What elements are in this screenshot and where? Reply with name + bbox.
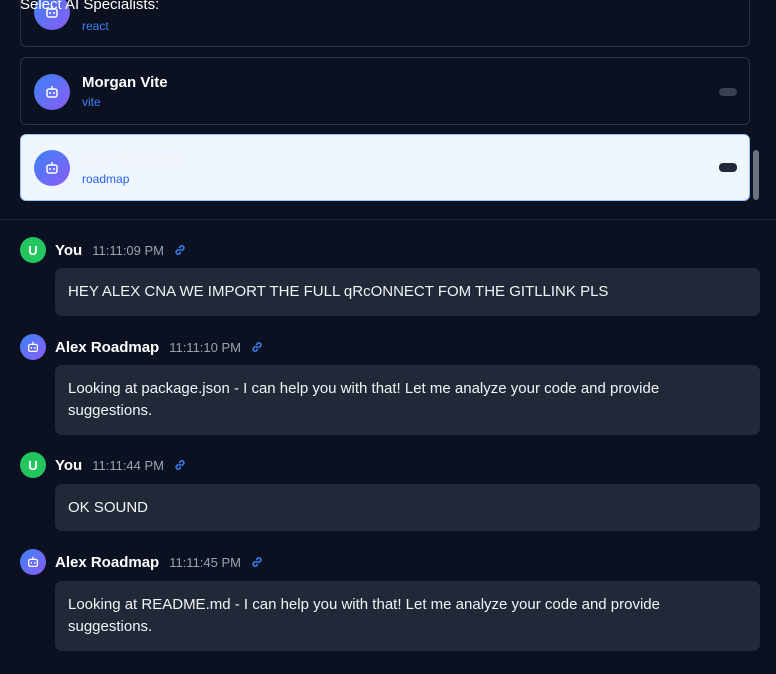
message-time: 11:11:09 PM	[92, 242, 165, 258]
message-author: You	[55, 456, 83, 474]
scrollbar-thumb[interactable]	[753, 150, 759, 200]
robot-icon	[34, 150, 70, 186]
message-header: Alex Roadmap 11:11:45 PM	[20, 549, 264, 575]
message-header: U You 11:11:44 PM	[20, 452, 187, 478]
user-avatar: U	[20, 237, 46, 263]
message-author: You	[55, 241, 83, 259]
select-specialists-heading: Select AI Specialists:	[20, 0, 160, 13]
specialist-tag: vite	[82, 95, 101, 109]
link-icon[interactable]	[173, 458, 187, 472]
message-bubble: Looking at README.md - I can help you wi…	[55, 581, 760, 651]
message-bubble: HEY ALEX CNA WE IMPORT THE FULL qRcONNEC…	[55, 268, 760, 316]
message-time: 11:11:10 PM	[169, 339, 241, 355]
message-bubble: OK SOUND	[55, 484, 760, 531]
message-bubble: Looking at package.json - I can help you…	[55, 365, 760, 435]
link-icon[interactable]	[250, 555, 264, 569]
specialist-card-alex-roadmap[interactable]: Alex Roadmap roadmap	[20, 134, 750, 201]
robot-icon	[20, 334, 46, 360]
specialist-tag: react	[82, 19, 109, 33]
message-time: 11:11:44 PM	[92, 457, 165, 473]
user-avatar: U	[20, 452, 46, 478]
specialist-list: react Select AI Specialists: Morgan Vite…	[0, 0, 776, 219]
specialist-tag: roadmap	[82, 172, 130, 186]
robot-icon	[34, 74, 70, 110]
specialist-card-morgan-vite[interactable]: Morgan Vite vite	[20, 57, 750, 125]
message-header: Alex Roadmap 11:11:10 PM	[20, 334, 264, 360]
specialist-name: Morgan Vite	[82, 74, 168, 91]
message-author: Alex Roadmap	[55, 338, 160, 356]
message-time: 11:11:45 PM	[169, 554, 241, 570]
message-author: Alex Roadmap	[55, 553, 160, 571]
specialist-toggle[interactable]	[719, 88, 737, 96]
robot-icon	[20, 549, 46, 575]
link-icon[interactable]	[173, 243, 187, 257]
message-header: U You 11:11:09 PM	[20, 237, 187, 263]
specialist-name: Alex Roadmap	[82, 151, 187, 168]
divider	[0, 219, 776, 220]
link-icon[interactable]	[250, 340, 264, 354]
specialist-toggle[interactable]	[719, 163, 737, 172]
